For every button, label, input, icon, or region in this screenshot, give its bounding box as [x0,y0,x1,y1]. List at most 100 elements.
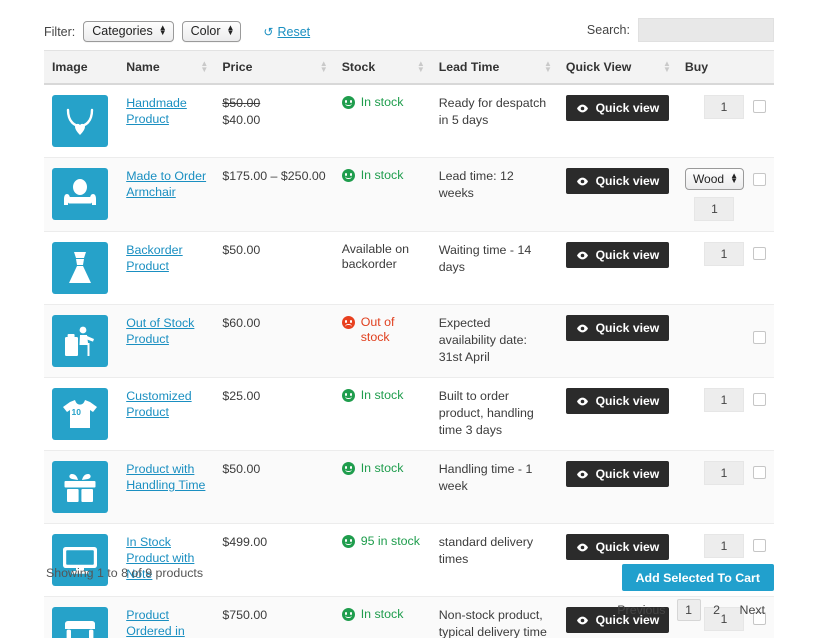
product-name-link[interactable]: Product Ordered in Batches [126,607,206,638]
quick-view-button[interactable]: Quick view [566,242,669,268]
pagination-page-2[interactable]: 2 [705,600,729,620]
cell-stock: In stock [334,378,431,451]
column-header-lead-time[interactable]: Lead Time ▲▼ [431,51,558,85]
eye-icon [576,397,589,406]
table-header-row: Image Name ▲▼ Price ▲▼ Stock ▲▼ [44,51,774,85]
product-price: $40.00 [222,112,325,129]
column-header-name[interactable]: Name ▲▼ [118,51,214,85]
product-name-link[interactable]: Backorder Product [126,242,206,274]
column-header-price-label: Price [222,60,252,74]
cell-quick-view: Quick view [558,158,677,232]
column-header-price[interactable]: Price ▲▼ [214,51,333,85]
product-thumbnail[interactable] [52,315,108,367]
sad-face-icon [342,316,355,329]
cell-lead-time: Waiting time - 14 days [431,232,558,305]
cell-buy: 1 [677,84,774,158]
search-group: Search: [587,18,774,42]
quick-view-button[interactable]: Quick view [566,168,669,194]
select-product-checkbox[interactable] [753,539,766,552]
eye-icon [576,616,589,625]
cell-quick-view: Quick view [558,378,677,451]
select-product-checkbox[interactable] [753,173,766,186]
product-thumbnail[interactable] [52,242,108,294]
reset-filters-link[interactable]: ↺ Reset [263,25,310,39]
quantity-input[interactable]: 1 [704,95,744,119]
quantity-input[interactable]: 1 [704,242,744,266]
product-thumbnail[interactable] [52,607,108,638]
column-header-image-label: Image [52,60,88,74]
cell-image [44,524,118,597]
select-product-checkbox[interactable] [753,100,766,113]
pagination-next[interactable]: Next [731,599,774,621]
pagination-page-1[interactable]: 1 [677,599,701,621]
quick-view-button[interactable]: Quick view [566,461,669,487]
sort-icon[interactable]: ▲▼ [200,61,208,73]
table-body: Handmade Product$50.00$40.00In stockRead… [44,84,774,638]
desk-worker-icon [63,325,97,357]
cell-name: Product with Handling Time [118,451,214,524]
stock-status: In stock [342,95,423,110]
column-header-buy-label: Buy [685,60,708,74]
product-thumbnail[interactable] [52,461,108,513]
product-name-link[interactable]: Handmade Product [126,95,206,127]
column-header-stock[interactable]: Stock ▲▼ [334,51,431,85]
stock-status: In stock [342,168,423,183]
product-thumbnail[interactable] [52,95,108,147]
quantity-input[interactable]: 1 [704,534,744,558]
cell-image [44,84,118,158]
cell-lead-time: Non-stock product, typical delivery time… [431,597,558,638]
quantity-input[interactable]: 1 [694,197,734,221]
sort-icon[interactable]: ▲▼ [417,61,425,73]
smiley-face-icon [342,389,355,402]
product-thumbnail[interactable]: 10 [52,388,108,440]
quick-view-button-label: Quick view [596,248,660,262]
cell-price: $50.00 [214,451,333,524]
product-name-link[interactable]: Made to Order Armchair [126,168,206,200]
cell-name: In Stock Product with Note [118,524,214,597]
filter-select-categories[interactable]: Categories ▲▼ [83,21,173,42]
stock-status: In stock [342,607,423,622]
product-name-link[interactable]: Customized Product [126,388,206,420]
eye-icon [576,470,589,479]
cell-quick-view: Quick view [558,232,677,305]
reset-label: Reset [277,25,310,39]
cell-image [44,305,118,378]
product-name-link[interactable]: Out of Stock Product [126,315,206,347]
quantity-input[interactable]: 1 [704,388,744,412]
select-product-checkbox[interactable] [753,247,766,260]
variation-select[interactable]: Wood▲▼ [685,168,744,190]
select-product-checkbox[interactable] [753,393,766,406]
cell-lead-time: Built to order product, handling time 3 … [431,378,558,451]
filter-select-color[interactable]: Color ▲▼ [182,21,242,42]
filter-label: Filter: [44,25,75,39]
add-selected-to-cart-button[interactable]: Add Selected To Cart [622,564,774,591]
stock-status-label: In stock [361,388,404,403]
showing-entries-text: Showing 1 to 8 of 9 products [46,566,203,580]
column-header-quick-view[interactable]: Quick View ▲▼ [558,51,677,85]
quick-view-button-label: Quick view [596,394,660,408]
quick-view-button[interactable]: Quick view [566,95,669,121]
necklace-icon [63,105,97,137]
cell-buy: 1 [677,378,774,451]
lead-time-text: Waiting time - 14 days [439,242,550,276]
table-icon [63,619,97,638]
quick-view-button[interactable]: Quick view [566,315,669,341]
quick-view-button[interactable]: Quick view [566,534,669,560]
product-thumbnail[interactable] [52,168,108,220]
quantity-input[interactable]: 1 [704,461,744,485]
sort-icon[interactable]: ▲▼ [320,61,328,73]
search-input[interactable] [638,18,774,42]
cell-price: $50.00 [214,232,333,305]
select-product-checkbox[interactable] [753,331,766,344]
chevron-updown-icon: ▲▼ [730,174,738,184]
column-header-buy: Buy [677,51,774,85]
pagination-previous[interactable]: Previous [608,599,674,621]
select-product-checkbox[interactable] [753,466,766,479]
sort-icon[interactable]: ▲▼ [663,61,671,73]
sort-icon[interactable]: ▲▼ [544,61,552,73]
quick-view-button[interactable]: Quick view [566,388,669,414]
stock-status-label: 95 in stock [361,534,420,549]
product-name-link[interactable]: Product with Handling Time [126,461,206,493]
product-price: $25.00 [222,388,325,405]
table-row: 10 Customized Product $25.00 In stock Built … [44,378,774,451]
